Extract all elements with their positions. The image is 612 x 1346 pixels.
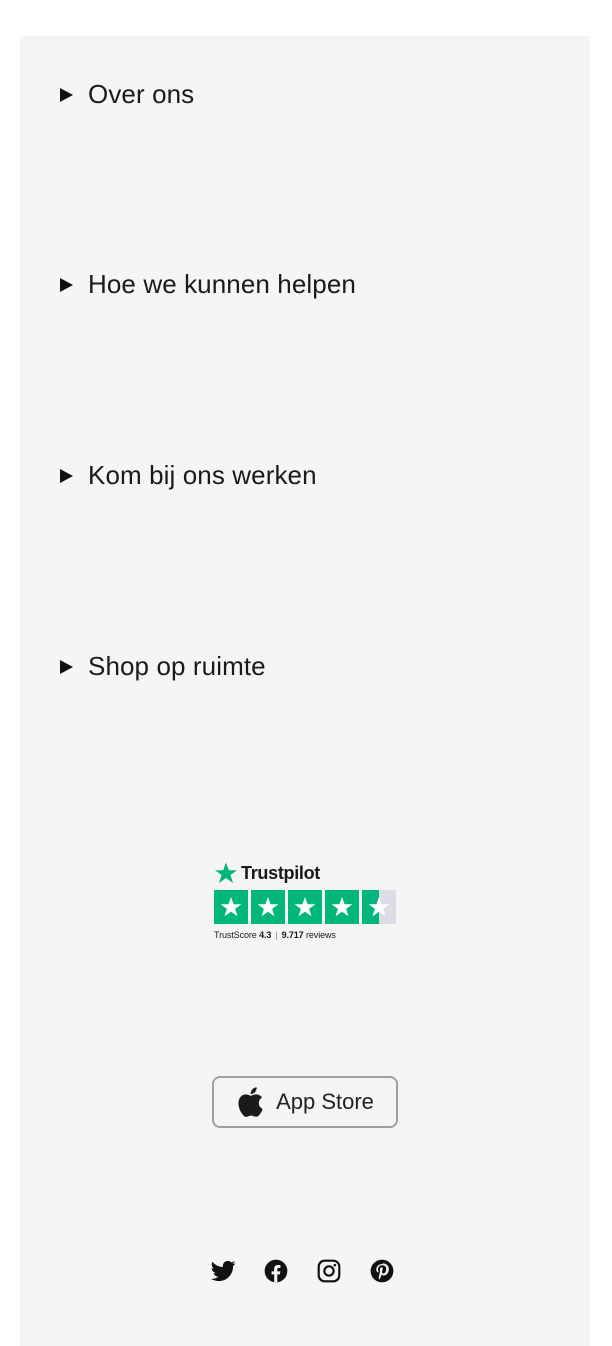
instagram-icon xyxy=(317,1259,341,1283)
trustpilot-star-icon xyxy=(215,862,237,883)
footer-panel: Over ons Hoe we kunnen helpen Kom bij on… xyxy=(20,36,590,1346)
apple-icon xyxy=(238,1087,263,1117)
instagram-link[interactable] xyxy=(316,1258,342,1284)
separator: | xyxy=(275,930,278,940)
accordion-label: Hoe we kunnen helpen xyxy=(88,269,356,299)
triangle-right-icon xyxy=(60,277,73,292)
reviews-label: reviews xyxy=(306,930,336,940)
triangle-right-icon xyxy=(60,87,73,102)
pinterest-icon xyxy=(370,1259,394,1283)
twitter-link[interactable] xyxy=(210,1258,236,1284)
trustpilot-widget[interactable]: Trustpilot TrustScore 4.3 | 9.717 reviews xyxy=(214,860,404,940)
accordion-item-hoe-we-kunnen-helpen[interactable]: Hoe we kunnen helpen xyxy=(60,269,356,300)
accordion-label: Shop op ruimte xyxy=(88,651,266,681)
pinterest-link[interactable] xyxy=(369,1258,395,1284)
rating-half-star-icon xyxy=(362,890,396,924)
accordion-item-kom-bij-ons-werken[interactable]: Kom bij ons werken xyxy=(60,460,317,491)
rating-star-icon xyxy=(288,890,322,924)
trustpilot-rating-stars xyxy=(214,890,404,924)
accordion-item-over-ons[interactable]: Over ons xyxy=(60,79,194,110)
triangle-right-icon xyxy=(60,468,73,483)
trustpilot-brand: Trustpilot xyxy=(241,862,320,883)
trustpilot-header: Trustpilot xyxy=(214,860,404,886)
rating-star-icon xyxy=(325,890,359,924)
social-links xyxy=(210,1258,395,1284)
facebook-icon xyxy=(264,1259,288,1283)
accordion-label: Kom bij ons werken xyxy=(88,460,317,490)
reviews-count: 9.717 xyxy=(281,930,304,940)
trustscore-label: TrustScore xyxy=(214,930,257,940)
triangle-right-icon xyxy=(60,659,73,674)
facebook-link[interactable] xyxy=(263,1258,289,1284)
rating-star-icon xyxy=(251,890,285,924)
trustscore-value: 4.3 xyxy=(259,930,272,940)
app-store-label: App Store xyxy=(276,1089,374,1114)
trustscore-text: TrustScore 4.3 | 9.717 reviews xyxy=(214,930,404,940)
accordion-item-shop-op-ruimte[interactable]: Shop op ruimte xyxy=(60,651,266,682)
rating-star-icon xyxy=(214,890,248,924)
accordion-label: Over ons xyxy=(88,79,195,109)
app-store-button[interactable]: App Store xyxy=(212,1076,398,1128)
twitter-icon xyxy=(210,1260,236,1282)
